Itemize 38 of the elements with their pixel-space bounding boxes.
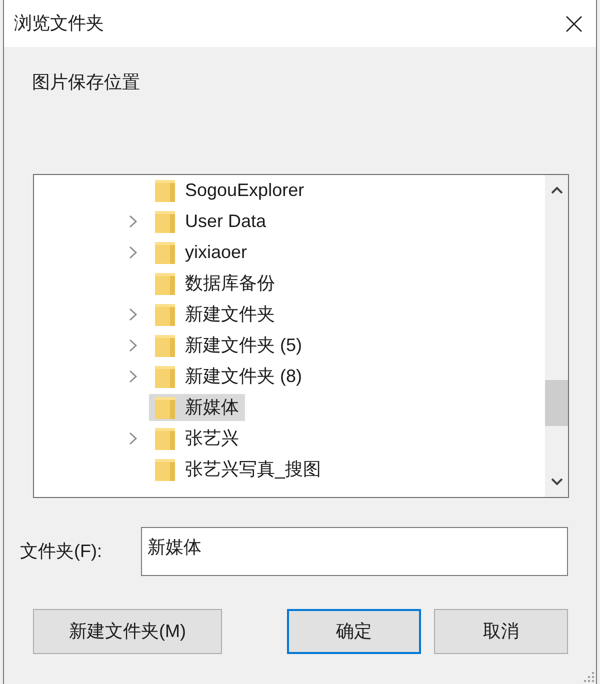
- tree-item[interactable]: 新媒体: [149, 394, 245, 421]
- folder-input[interactable]: 新媒体: [140, 527, 568, 576]
- folder-icon: [155, 458, 175, 480]
- tree-item[interactable]: 新建文件夹 (8): [149, 363, 308, 390]
- tree-item[interactable]: 张艺兴写真_搜图: [149, 456, 328, 483]
- expand-chevron-icon[interactable]: [128, 215, 138, 228]
- dialog-button[interactable]: 取消: [434, 609, 568, 654]
- size-grip-icon[interactable]: [584, 672, 594, 682]
- folder-icon: [155, 396, 175, 418]
- expand-chevron-icon[interactable]: [128, 339, 138, 352]
- dialog-button[interactable]: 新建文件夹(M): [33, 609, 222, 654]
- tree-item[interactable]: 新建文件夹 (5): [149, 332, 308, 359]
- folder-icon: [155, 304, 175, 326]
- expand-chevron-icon[interactable]: [128, 246, 138, 259]
- folder-icon: [155, 210, 175, 232]
- prompt-text: 图片保存位置: [32, 71, 141, 94]
- tree-item[interactable]: 新建文件夹: [149, 301, 281, 328]
- scroll-up-icon[interactable]: [550, 186, 562, 194]
- expand-chevron-icon[interactable]: [128, 370, 138, 383]
- expand-chevron-icon[interactable]: [128, 432, 138, 445]
- field-label: 文件夹(F):: [20, 540, 103, 563]
- folder-icon: [155, 334, 175, 356]
- folder-icon: [155, 428, 175, 450]
- tree-item[interactable]: 张艺兴: [149, 425, 245, 452]
- scroll-down-icon[interactable]: [550, 478, 562, 486]
- folder-icon: [155, 272, 175, 294]
- expand-chevron-icon[interactable]: [128, 308, 138, 321]
- tree-item[interactable]: User Data: [149, 208, 272, 235]
- tree-item[interactable]: 数据库备份: [149, 270, 281, 297]
- dialog-button[interactable]: 确定: [287, 609, 421, 654]
- folder-icon: [155, 180, 175, 202]
- tree-item[interactable]: SogouExplorer: [149, 177, 310, 204]
- scrollbar-thumb[interactable]: [545, 380, 568, 426]
- window-title: 浏览文件夹: [14, 12, 105, 35]
- close-icon[interactable]: [566, 16, 582, 32]
- folder-icon: [155, 366, 175, 388]
- tree-item[interactable]: yixiaoer: [149, 239, 254, 266]
- folder-icon: [155, 242, 175, 264]
